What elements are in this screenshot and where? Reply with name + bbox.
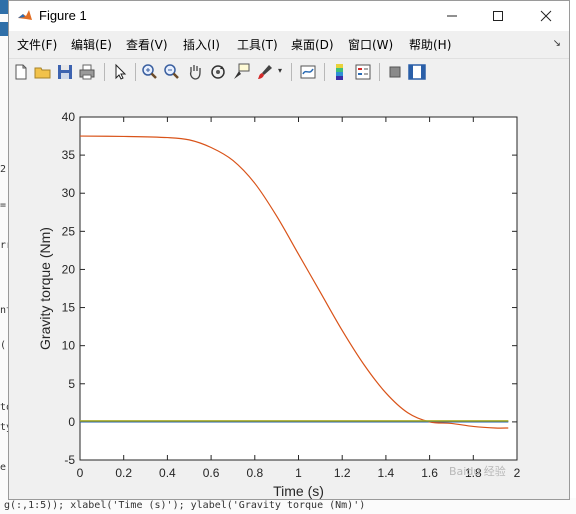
menu-edit[interactable]: 编辑(E)	[71, 36, 112, 53]
matlab-logo-icon	[17, 8, 33, 24]
editor-fragment: =	[0, 200, 7, 211]
x-tick-label: 0	[77, 466, 84, 480]
figure-toolbar: ▾	[9, 58, 569, 86]
toolbar-separator	[379, 63, 380, 81]
y-tick-label: -5	[64, 453, 75, 467]
close-icon	[540, 10, 552, 22]
x-tick-label: 0.2	[115, 466, 132, 480]
colorbar-icon[interactable]	[330, 62, 350, 82]
new-figure-icon[interactable]	[11, 62, 31, 82]
y-axis-label: Gravity torque (Nm)	[37, 227, 53, 350]
y-tick-label: 35	[62, 148, 76, 162]
rotate-3d-icon[interactable]	[208, 62, 228, 82]
menu-window[interactable]: 窗口(W)	[348, 36, 393, 53]
title-bar[interactable]: Figure 1	[9, 1, 569, 31]
y-tick-label: 25	[62, 224, 76, 238]
x-tick-label: 1.4	[378, 466, 395, 480]
editor-fragment: 2	[0, 164, 7, 175]
window-title: Figure 1	[39, 8, 87, 23]
y-tick-label: 30	[62, 186, 76, 200]
close-button[interactable]	[523, 1, 569, 31]
x-tick-label: 0.8	[246, 466, 263, 480]
x-tick-label: 2	[514, 466, 521, 480]
menu-tools[interactable]: 工具(T)	[237, 36, 278, 53]
open-file-icon[interactable]	[33, 62, 53, 82]
x-tick-label: 1	[295, 466, 302, 480]
y-tick-label: 20	[62, 262, 76, 276]
x-tick-label: 1.6	[421, 466, 438, 480]
dock-arrow-icon[interactable]: ↘	[553, 38, 561, 49]
menu-view[interactable]: 查看(V)	[126, 36, 168, 53]
toolbar-separator	[104, 63, 105, 81]
y-tick-label: 10	[62, 339, 76, 353]
menu-insert[interactable]: 插入(I)	[183, 36, 220, 53]
menu-file[interactable]: 文件(F)	[17, 36, 57, 53]
maximize-button[interactable]	[475, 1, 521, 31]
zoom-out-icon[interactable]	[162, 62, 182, 82]
y-tick-label: 5	[68, 377, 75, 391]
x-tick-label: 0.4	[159, 466, 176, 480]
toolbar-separator	[135, 63, 136, 81]
data-cursor-icon[interactable]	[231, 62, 251, 82]
maximize-icon	[493, 11, 503, 21]
link-plot-icon[interactable]	[298, 62, 318, 82]
legend-icon[interactable]	[353, 62, 373, 82]
figure-window: Figure 1 文件(F) 编辑(E) 查看(V) 插入(I) 工具(T) 桌…	[8, 0, 570, 500]
zoom-in-icon[interactable]	[140, 62, 160, 82]
watermark: Baidu 经验	[449, 465, 506, 478]
pointer-icon[interactable]	[110, 62, 130, 82]
y-tick-label: 40	[62, 110, 76, 124]
toolbar-separator	[291, 63, 292, 81]
line-chart[interactable]: 0 0.2 0.4 0.6 0.8 1 1.2 1.4 1.6 1.8 2-505101520253…	[9, 85, 569, 499]
menu-help[interactable]: 帮助(H)	[409, 36, 451, 53]
brush-icon[interactable]	[255, 62, 275, 82]
minimize-icon	[447, 15, 457, 17]
x-tick-label: 0.6	[203, 466, 220, 480]
minimize-button[interactable]	[429, 1, 475, 31]
y-tick-label: 0	[68, 415, 75, 429]
figure-canvas: 0 0.2 0.4 0.6 0.8 1 1.2 1.4 1.6 1.8 2 -5 0 5 10 15 20 25 3…	[9, 85, 569, 499]
x-tick-label: 1.2	[334, 466, 351, 480]
brush-dropdown-icon[interactable]: ▾	[278, 66, 282, 75]
save-icon[interactable]	[55, 62, 75, 82]
toolbar-separator	[324, 63, 325, 81]
background-command-line: g(:,1:5)); xlabel('Time (s)'); ylabel('G…	[0, 498, 576, 514]
menu-desktop[interactable]: 桌面(D)	[291, 36, 334, 53]
axes-background	[79, 116, 518, 461]
show-plot-tools-icon[interactable]	[407, 62, 427, 82]
print-icon[interactable]	[77, 62, 97, 82]
menu-bar: 文件(F) 编辑(E) 查看(V) 插入(I) 工具(T) 桌面(D) 窗口(W…	[9, 32, 569, 56]
x-axis-label: Time (s)	[273, 483, 324, 499]
hide-plot-tools-icon[interactable]	[385, 62, 405, 82]
y-tick-label: 15	[62, 301, 76, 315]
editor-fragment: e	[0, 462, 7, 473]
pan-icon[interactable]	[185, 62, 205, 82]
